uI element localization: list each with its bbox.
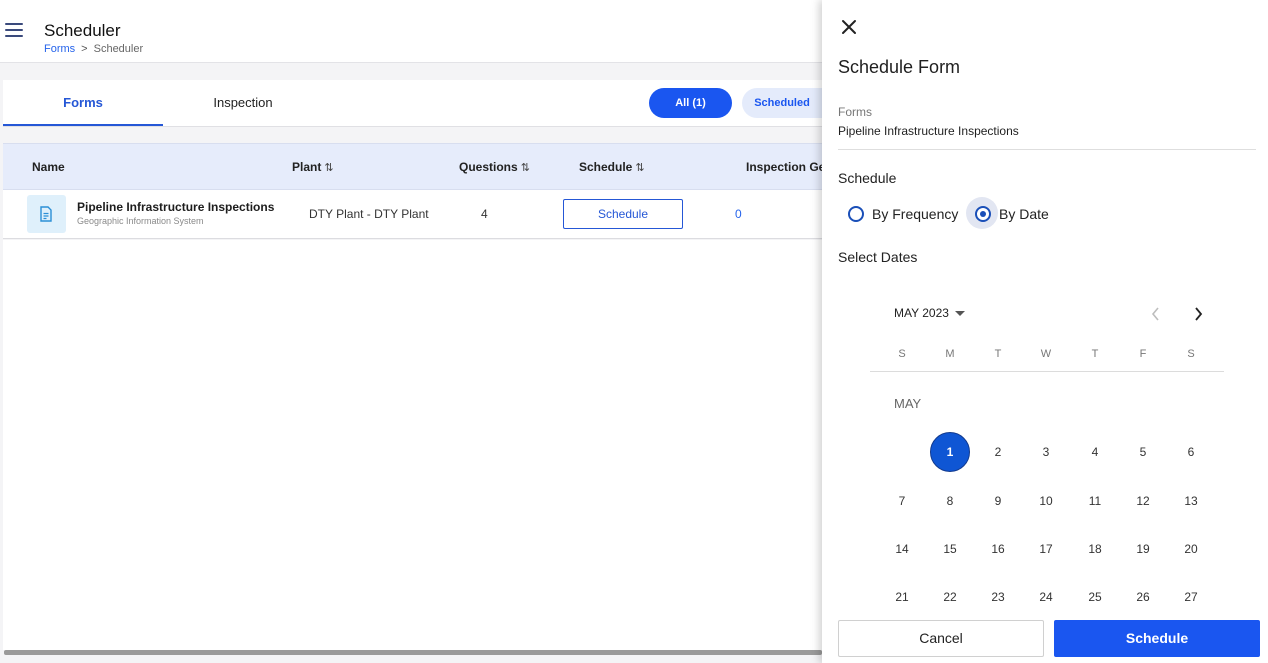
calendar-day[interactable]: 2	[978, 432, 1018, 472]
questions-cell: 4	[481, 207, 488, 221]
calendar-day[interactable]: 5	[1123, 432, 1163, 472]
schedule-form-panel: Schedule Form Forms Pipeline Infrastruct…	[822, 0, 1268, 663]
calendar-day[interactable]: 9	[978, 481, 1018, 521]
by-frequency-radio[interactable]: By Frequency	[848, 203, 968, 225]
column-header-schedule[interactable]: Schedule ⇅	[579, 144, 645, 191]
calendar-day[interactable]: 13	[1171, 481, 1211, 521]
calendar-day[interactable]: 24	[1026, 577, 1066, 610]
table-row[interactable]: Pipeline Infrastructure Inspections Geog…	[3, 190, 822, 239]
calendar-day-selected[interactable]: 1	[930, 432, 970, 472]
caret-down-icon	[954, 311, 965, 317]
chevron-right-icon[interactable]	[1188, 304, 1208, 324]
radio-checked-icon[interactable]	[975, 206, 991, 222]
table-empty-area	[3, 240, 822, 650]
calendar-day[interactable]: 14	[882, 529, 922, 569]
tab-forms[interactable]: Forms	[3, 80, 163, 126]
column-header-questions[interactable]: Questions ⇅	[459, 144, 530, 191]
calendar-day[interactable]: 4	[1075, 432, 1115, 472]
scrollbar-thumb[interactable]	[4, 650, 822, 655]
schedule-section-label: Schedule	[838, 170, 897, 186]
table-header: Name Plant ⇅ Questions ⇅ Schedule ⇅ Inspect…	[3, 143, 822, 190]
column-header-inspections-generated[interactable]: Inspection Ge	[746, 144, 822, 190]
calendar-day[interactable]: 21	[882, 577, 922, 610]
radio-label: By Frequency	[872, 206, 959, 222]
column-header-label: Schedule	[579, 160, 633, 174]
schedule-submit-button[interactable]: Schedule	[1054, 620, 1260, 657]
month-year-label: MAY 2023	[894, 306, 949, 320]
breadcrumb: Forms > Scheduler	[44, 43, 143, 55]
weekday-label: M	[945, 348, 955, 360]
sort-up-down-icon[interactable]: ⇅	[521, 162, 530, 174]
calendar-day[interactable]: 11	[1075, 481, 1115, 521]
breadcrumb-current: Scheduler	[93, 43, 144, 55]
month-year-dropdown[interactable]: MAY 2023	[894, 306, 965, 320]
calendar-day[interactable]: 10	[1026, 481, 1066, 521]
calendar-day[interactable]: 3	[1026, 432, 1066, 472]
calendar-day[interactable]: 23	[978, 577, 1018, 610]
main-app: Scheduler Forms > Scheduler Forms Inspecti…	[0, 0, 822, 663]
column-header-label: Name	[32, 160, 65, 174]
calendar-day[interactable]: 6	[1171, 432, 1211, 472]
by-date-radio[interactable]: By Date	[966, 197, 1065, 229]
radio-unchecked-icon[interactable]	[848, 206, 864, 222]
panel-title: Schedule Form	[838, 57, 961, 77]
calendar-day[interactable]: 27	[1171, 577, 1211, 610]
chevron-left-icon[interactable]	[1146, 304, 1166, 324]
plant-cell: DTY Plant - DTY Plant	[309, 207, 429, 221]
weekday-label: S	[1187, 348, 1195, 360]
column-header-label: Inspection Ge	[746, 160, 822, 174]
hamburger-menu-icon[interactable]	[5, 23, 24, 39]
form-subtitle: Geographic Information System	[77, 216, 204, 226]
calendar-day[interactable]: 20	[1171, 529, 1211, 569]
select-dates-label: Select Dates	[838, 249, 918, 265]
document-icon	[27, 195, 66, 233]
weekday-label: F	[1139, 348, 1147, 360]
filter-all-pill[interactable]: All (1)	[649, 88, 732, 118]
page-title: Scheduler	[44, 21, 121, 40]
calendar-day[interactable]: 25	[1075, 577, 1115, 610]
calendar-day[interactable]: 19	[1123, 529, 1163, 569]
calendar-day[interactable]: 22	[930, 577, 970, 610]
cancel-button[interactable]: Cancel	[838, 620, 1044, 657]
calendar-day[interactable]: 8	[930, 481, 970, 521]
weekday-label: T	[1091, 348, 1099, 360]
sort-up-down-icon[interactable]: ⇅	[635, 162, 644, 174]
forms-field-value: Pipeline Infrastructure Inspections	[838, 124, 1019, 138]
sort-up-down-icon[interactable]: ⇅	[324, 162, 333, 174]
calendar-day[interactable]: 17	[1026, 529, 1066, 569]
breadcrumb-separator: >	[81, 43, 88, 55]
form-name: Pipeline Infrastructure Inspections	[77, 200, 275, 214]
tab-bar: Forms Inspection All (1) Scheduled	[3, 80, 822, 127]
calendar-day[interactable]: 18	[1075, 529, 1115, 569]
calendar-day[interactable]: 12	[1123, 481, 1163, 521]
weekday-header-row: SMTWTFS	[870, 348, 1224, 372]
column-header-plant[interactable]: Plant ⇅	[292, 144, 334, 191]
horizontal-scrollbar[interactable]	[0, 650, 822, 663]
calendar-month-label: MAY	[894, 396, 922, 411]
filter-scheduled-pill[interactable]: Scheduled	[742, 88, 822, 118]
column-header-name[interactable]: Name	[32, 144, 65, 190]
calendar-day[interactable]: 15	[930, 529, 970, 569]
row-schedule-button[interactable]: Schedule	[563, 199, 683, 229]
calendar-day[interactable]: 7	[882, 481, 922, 521]
calendar-day[interactable]: 26	[1123, 577, 1163, 610]
divider	[838, 149, 1256, 150]
calendar-day[interactable]: 16	[978, 529, 1018, 569]
forms-field-label: Forms	[838, 105, 872, 119]
inspections-generated-link[interactable]: 0	[735, 207, 742, 221]
date-picker-calendar: MAY 2023 SMTWTFS MAY 1 2 3 4 5 6 7 8 9 10 11 12 13 14…	[870, 296, 1224, 610]
forms-table: Name Plant ⇅ Questions ⇅ Schedule ⇅ Inspect…	[3, 143, 822, 239]
column-header-label: Questions	[459, 160, 518, 174]
close-icon[interactable]	[838, 16, 860, 38]
weekday-label: T	[994, 348, 1002, 360]
column-header-label: Plant	[292, 160, 322, 174]
breadcrumb-forms-link[interactable]: Forms	[44, 43, 75, 55]
top-bar: Scheduler Forms > Scheduler	[0, 0, 822, 63]
weekday-label: S	[898, 348, 906, 360]
weekday-label: W	[1040, 348, 1052, 360]
radio-label: By Date	[999, 206, 1049, 222]
tab-inspection[interactable]: Inspection	[163, 80, 323, 126]
